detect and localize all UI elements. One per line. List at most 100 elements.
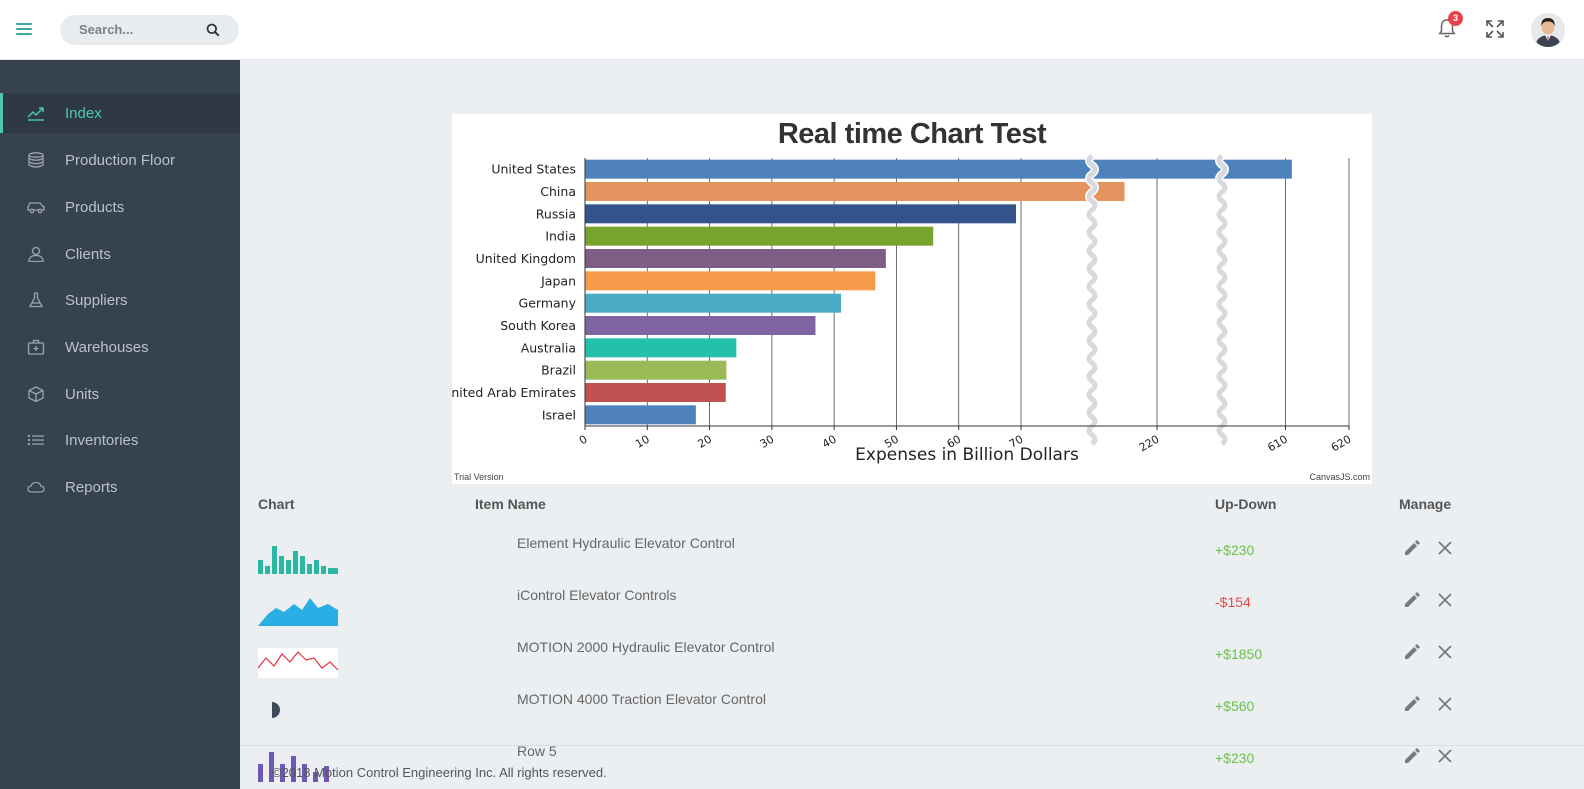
- chart-watermark-right: CanvasJS.com: [1309, 472, 1370, 482]
- tick-label: 20: [695, 433, 714, 451]
- sidebar-item-products[interactable]: Products: [0, 187, 240, 227]
- flask-icon: [28, 292, 44, 308]
- sidebar-item-label: Index: [65, 105, 102, 122]
- table-row: MOTION 2000 Hydraulic Elevator Control +…: [258, 634, 1458, 686]
- line-sparkline: [258, 648, 338, 678]
- chart-bar: [585, 293, 841, 313]
- chart-bar: [585, 271, 876, 291]
- chart-bar: [585, 338, 737, 358]
- pencil-icon[interactable]: [1404, 540, 1420, 556]
- sidebar: Index Production Floor Products Clients …: [0, 60, 240, 789]
- pencil-icon[interactable]: [1404, 696, 1420, 712]
- tick-label: 220: [1137, 433, 1162, 455]
- first-aid-kit-icon: [27, 339, 45, 355]
- item-name: Element Hydraulic Elevator Control: [517, 535, 735, 551]
- cube-icon: [28, 386, 44, 402]
- sidebar-item-index[interactable]: Index: [0, 93, 240, 133]
- category-label: Brazil: [541, 363, 576, 378]
- footer: ©2018 Motion Control Engineering Inc. Al…: [240, 745, 1584, 789]
- sidebar-item-label: Units: [65, 386, 100, 403]
- chart-bar: [585, 316, 816, 335]
- category-label: Israel: [542, 407, 576, 422]
- category-label: Australia: [521, 340, 576, 355]
- chart-bar: [585, 204, 1017, 224]
- sidebar-item-units[interactable]: Units: [0, 374, 240, 414]
- sidebar-item-label: Inventories: [65, 432, 139, 449]
- item-name: MOTION 2000 Hydraulic Elevator Control: [517, 639, 775, 655]
- tick-label: 40: [820, 433, 839, 451]
- item-name: iControl Elevator Controls: [517, 587, 677, 603]
- category-label: South Korea: [500, 318, 576, 333]
- fullscreen-icon[interactable]: [1486, 20, 1504, 38]
- item-name: MOTION 4000 Traction Elevator Control: [517, 691, 766, 707]
- chart-bar: [585, 383, 726, 402]
- up-down-value: -$154: [1215, 594, 1251, 610]
- sidebar-item-label: Production Floor: [65, 152, 176, 169]
- search-icon[interactable]: [206, 23, 220, 37]
- database-icon: [28, 152, 44, 168]
- sidebar-item-warehouses[interactable]: Warehouses: [0, 327, 240, 367]
- x-axis-title: Expenses in Billion Dollars: [855, 445, 1079, 465]
- bar-chart: United States China Russia India United King…: [452, 152, 1354, 465]
- sidebar-item-label: Warehouses: [65, 339, 149, 356]
- close-icon[interactable]: [1438, 697, 1452, 711]
- tick-label: 10: [633, 433, 652, 451]
- column-header-item-name[interactable]: Item Name: [475, 496, 546, 512]
- notification-badge: 3: [1448, 11, 1463, 26]
- sidebar-item-label: Reports: [65, 479, 118, 496]
- tick-label: 30: [758, 433, 777, 451]
- sidebar-item-label: Suppliers: [65, 292, 128, 309]
- sidebar-item-suppliers[interactable]: Suppliers: [0, 280, 240, 320]
- pencil-icon[interactable]: [1404, 592, 1420, 608]
- category-label: Russia: [536, 206, 576, 221]
- top-bar: 3: [0, 0, 1584, 60]
- sidebar-item-label: Clients: [65, 246, 111, 263]
- category-label: United States: [491, 162, 576, 177]
- category-label: United Kingdom: [476, 251, 576, 266]
- up-down-value: +$230: [1215, 542, 1255, 558]
- category-label: Germany: [519, 296, 577, 311]
- table-row: MOTION 4000 Traction Elevator Control +$…: [258, 686, 1458, 738]
- sidebar-item-clients[interactable]: Clients: [0, 234, 240, 274]
- up-down-value: +$1850: [1215, 646, 1263, 662]
- chart-bar: [585, 159, 1292, 179]
- car-icon: [27, 202, 45, 214]
- close-icon[interactable]: [1438, 645, 1452, 659]
- tick-label: 610: [1265, 433, 1290, 455]
- close-icon[interactable]: [1438, 541, 1452, 555]
- chart-bar: [585, 226, 934, 246]
- area-sparkline: [258, 598, 338, 626]
- column-header-up-down[interactable]: Up-Down: [1215, 496, 1276, 512]
- chart-bar: [585, 405, 696, 425]
- pencil-icon[interactable]: [1404, 644, 1420, 660]
- column-header-manage[interactable]: Manage: [1399, 496, 1451, 512]
- search-input[interactable]: [79, 22, 199, 37]
- category-label: India: [545, 229, 576, 244]
- chart-bar: [585, 182, 1125, 201]
- tick-label: 620: [1329, 433, 1354, 455]
- category-label: Japan: [540, 273, 576, 288]
- pie-sparkline: [272, 702, 280, 718]
- chart-bar: [585, 249, 886, 268]
- category-label: China: [540, 184, 576, 199]
- sidebar-item-reports[interactable]: Reports: [0, 467, 240, 507]
- up-down-value: +$560: [1215, 698, 1255, 714]
- sidebar-item-label: Products: [65, 199, 125, 216]
- chart-bar: [585, 360, 727, 380]
- search-box: [60, 15, 239, 45]
- tick-label: 0: [577, 433, 590, 448]
- user-icon: [28, 246, 44, 262]
- sidebar-item-inventories[interactable]: Inventories: [0, 420, 240, 460]
- chart-watermark-left: Trial Version: [454, 472, 504, 482]
- sidebar-item-production-floor[interactable]: Production Floor: [0, 140, 240, 180]
- bar-chart-card: Real time Chart Test United States China R…: [452, 114, 1372, 484]
- table-row: Element Hydraulic Elevator Control +$230: [258, 530, 1458, 582]
- close-icon[interactable]: [1438, 593, 1452, 607]
- user-avatar[interactable]: [1531, 13, 1565, 47]
- cloud-icon: [27, 481, 45, 493]
- table-row: iControl Elevator Controls -$154: [258, 582, 1458, 634]
- column-header-chart[interactable]: Chart: [258, 496, 295, 512]
- hamburger-menu-icon[interactable]: [16, 23, 32, 37]
- category-label: United Arab Emirates: [452, 385, 576, 400]
- list-icon: [28, 435, 44, 445]
